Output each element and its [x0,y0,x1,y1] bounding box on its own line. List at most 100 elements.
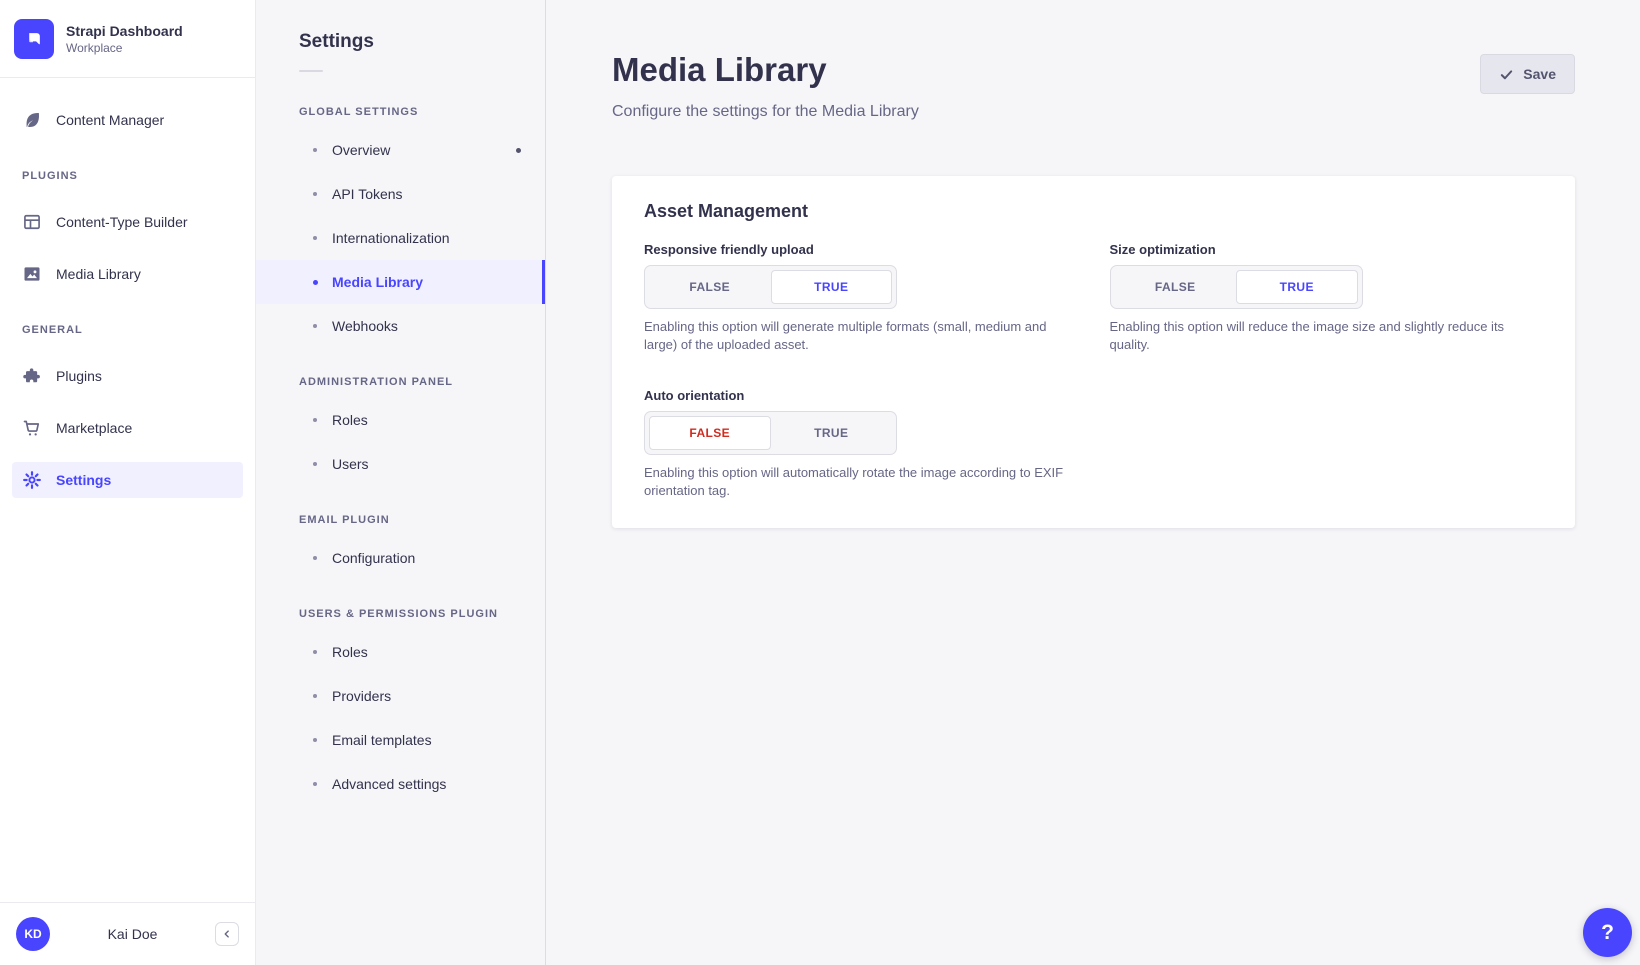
field-label: Auto orientation [644,388,1078,403]
settings-nav-item-label: Roles [332,644,368,660]
settings-nav-item-roles[interactable]: Roles [256,630,545,674]
user-name: Kai Doe [50,926,215,942]
settings-nav-item-roles[interactable]: Roles [256,398,545,442]
settings-nav-item-label: Configuration [332,550,415,566]
field-size-optimization: Size optimization FALSETRUE Enabling this … [1110,242,1544,354]
settings-nav-header: Settings [256,0,545,72]
field-label: Responsive friendly upload [644,242,1078,257]
settings-section-label-users-permissions-plugin: USERS & PERMISSIONS PLUGIN [299,608,521,620]
auto-orientation-toggle: FALSETRUE [644,411,897,455]
chevron-left-icon [220,927,234,941]
sidebar-item-label: Settings [56,472,111,488]
puzzle-icon [22,366,42,386]
settings-section-label-global-settings: GLOBAL SETTINGS [299,106,521,118]
sidebar-item-label: Marketplace [56,420,132,436]
save-button-label: Save [1523,66,1556,82]
settings-nav-item-webhooks[interactable]: Webhooks [256,304,545,348]
field-description: Enabling this option will reduce the ima… [1110,318,1542,354]
pen-icon [22,110,42,130]
responsive-friendly-upload-true-option[interactable]: TRUE [771,270,893,304]
settings-nav-section: USERS & PERMISSIONS PLUGIN Roles Providers… [256,608,545,806]
field-description: Enabling this option will generate multi… [644,318,1076,354]
settings-nav-title: Settings [299,31,521,53]
settings-nav-item-configuration[interactable]: Configuration [256,536,545,580]
layout-icon [22,212,42,232]
strapi-logo-icon [14,19,54,59]
nav-section-label-general: GENERAL [22,324,233,336]
card-title: Asset Management [644,200,1543,222]
settings-section-label-administration-panel: ADMINISTRATION PANEL [299,376,521,388]
settings-section-label-email-plugin: EMAIL PLUGIN [299,514,521,526]
page-header: Media Library Configure the settings for… [612,52,1575,121]
settings-nav-section: EMAIL PLUGIN Configuration [256,514,545,580]
size-optimization-toggle: FALSETRUE [1110,265,1363,309]
check-icon [1499,67,1514,82]
settings-nav-item-users[interactable]: Users [256,442,545,486]
settings-nav-item-email-templates[interactable]: Email templates [256,718,545,762]
user-footer: KD Kai Doe [0,902,255,965]
field-auto-orientation: Auto orientation FALSETRUE Enabling this o… [644,388,1078,500]
main-nav: Content Manager PLUGINS Content-Type Build… [0,78,255,902]
size-optimization-true-option[interactable]: TRUE [1236,270,1358,304]
auto-orientation-true-option[interactable]: TRUE [771,416,893,450]
nav-section-label-plugins: PLUGINS [22,170,233,182]
responsive-friendly-upload-false-option[interactable]: FALSE [649,270,771,304]
settings-nav-sections: GLOBAL SETTINGS Overview API Tokens Interna… [256,106,545,806]
main-content: Media Library Configure the settings for… [546,0,1640,965]
size-optimization-false-option[interactable]: FALSE [1115,270,1237,304]
settings-nav-item-label: Providers [332,688,391,704]
settings-nav-item-media-library[interactable]: Media Library [256,260,545,304]
settings-sidebar: Settings GLOBAL SETTINGS Overview API Toke… [256,0,546,965]
settings-nav-item-label: Advanced settings [332,776,446,792]
workplace-switcher[interactable]: Strapi Dashboard Workplace [0,0,255,78]
settings-nav-item-label: Email templates [332,732,432,748]
settings-nav-item-label: Internationalization [332,230,450,246]
field-description: Enabling this option will automatically … [644,464,1076,500]
main-sidebar: Strapi Dashboard Workplace Content Manag… [0,0,256,965]
divider [299,70,323,72]
sidebar-item-settings[interactable]: Settings [12,462,243,498]
settings-nav-item-label: API Tokens [332,186,403,202]
sidebar-item-label: Plugins [56,368,102,384]
responsive-friendly-upload-toggle: FALSETRUE [644,265,897,309]
settings-nav-item-label: Webhooks [332,318,398,334]
page-title: Media Library [612,52,919,88]
settings-nav-item-label: Users [332,456,369,472]
sidebar-item-label: Content Manager [56,112,164,128]
sidebar-item-label: Media Library [56,266,141,282]
sidebar-item-marketplace[interactable]: Marketplace [12,410,243,446]
settings-nav-item-overview[interactable]: Overview [256,128,545,172]
help-button[interactable]: ? [1583,908,1632,957]
field-label: Size optimization [1110,242,1544,257]
app-window: Strapi Dashboard Workplace Content Manag… [0,0,1640,965]
field-responsive-friendly-upload: Responsive friendly upload FALSETRUE Enabl… [644,242,1078,354]
auto-orientation-false-option[interactable]: FALSE [649,416,771,450]
avatar[interactable]: KD [16,917,50,951]
settings-nav-item-label: Roles [332,412,368,428]
save-button[interactable]: Save [1480,54,1575,94]
settings-nav-item-label: Media Library [332,274,423,290]
brand-title: Strapi Dashboard [66,22,183,40]
settings-nav-item-advanced-settings[interactable]: Advanced settings [256,762,545,806]
settings-nav-item-internationalization[interactable]: Internationalization [256,216,545,260]
page-title-block: Media Library Configure the settings for… [612,52,919,121]
sidebar-item-content-type-builder[interactable]: Content-Type Builder [12,204,243,240]
sidebar-item-media-library[interactable]: Media Library [12,256,243,292]
asset-management-card: Asset Management Responsive friendly upl… [612,176,1575,528]
sidebar-item-label: Content-Type Builder [56,214,188,230]
settings-nav-section: ADMINISTRATION PANEL Roles Users [256,376,545,486]
settings-nav-item-label: Overview [332,142,390,158]
brand-subtitle: Workplace [66,40,183,56]
settings-nav-item-api-tokens[interactable]: API Tokens [256,172,545,216]
sidebar-item-content-manager[interactable]: Content Manager [12,102,243,138]
settings-nav-item-providers[interactable]: Providers [256,674,545,718]
collapse-sidebar-button[interactable] [215,922,239,946]
cart-icon [22,418,42,438]
page-subtitle: Configure the settings for the Media Lib… [612,102,919,121]
gear-icon [22,470,42,490]
brand-text: Strapi Dashboard Workplace [66,22,183,56]
notification-dot [516,148,521,153]
image-icon [22,264,42,284]
settings-nav-section: GLOBAL SETTINGS Overview API Tokens Interna… [256,106,545,348]
sidebar-item-plugins[interactable]: Plugins [12,358,243,394]
